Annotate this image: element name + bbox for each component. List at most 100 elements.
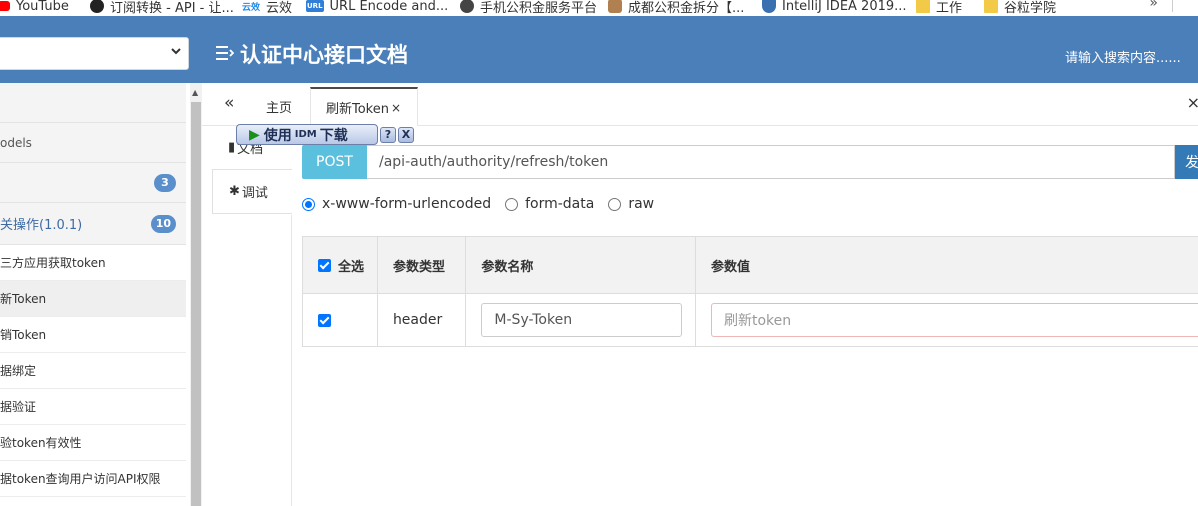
column-header: 全选 (338, 259, 365, 275)
content-type-radios: x-www-form-urlencoded form-data raw (302, 196, 668, 212)
idm-download-bar: ▶ 使用 IDM 下载 ? X (236, 124, 414, 145)
sidebar-item[interactable]: 据token查询用户访问API权限 (0, 461, 186, 497)
sidebar-group[interactable]: 关操作(1.0.1) 10 (0, 203, 186, 245)
table-row: header M-Sy-Token 刷新token (302, 293, 1198, 347)
sidebar-item[interactable]: 据绑定 (0, 353, 186, 389)
row-checkbox[interactable] (318, 313, 331, 327)
bookmark-label: 工作 (936, 0, 963, 16)
menu-toggle-icon[interactable] (216, 42, 235, 66)
radio-raw[interactable]: raw (608, 196, 654, 212)
bug-icon: ✱ (229, 184, 240, 199)
bookmark-label: 云效 (266, 0, 293, 16)
radio-label: raw (628, 196, 655, 212)
folder-icon (984, 0, 998, 13)
bookmark-label: IntelliJ IDEA 2019... (782, 0, 907, 14)
sidebar-item-refresh-token[interactable]: 新Token (0, 281, 186, 317)
tab-label: 主页 (266, 101, 293, 116)
column-header: 参数类型 (376, 236, 467, 294)
header-select-all[interactable]: 全选 (302, 236, 378, 294)
close-icon[interactable]: × (391, 101, 401, 115)
document-icon: ▮ (228, 140, 236, 155)
radio-selected-icon (302, 197, 315, 211)
param-value-input[interactable]: 刷新token (711, 303, 1198, 337)
close-all-tabs-icon[interactable]: × (1187, 93, 1198, 112)
tab-refresh-token[interactable]: 刷新Token × (310, 87, 418, 126)
sidebar-group-label: 关操作(1.0.1) (0, 218, 83, 233)
avatar-icon (608, 0, 622, 13)
bookmarks-more-icon[interactable]: » (1149, 0, 1158, 11)
http-method-badge: POST (302, 145, 367, 179)
sidebar-item-label: 验token有效性 (0, 436, 82, 450)
app-title: 认证中心接口文档 (216, 39, 408, 69)
bookmark-label: 谷粒学院 (1004, 0, 1057, 16)
sidebar-item-label: 销Token (0, 328, 47, 342)
sidebar-item[interactable]: 3 (0, 163, 186, 203)
sidebar-item-label: 据token查询用户访问API权限 (0, 472, 161, 486)
sidebar-item-label: 三方应用获取token (0, 256, 106, 270)
subtab-label: 调试 (241, 186, 268, 201)
bookmark-chengdu[interactable]: 成都公积金拆分【... (608, 0, 744, 16)
sidebar-scrollbar[interactable]: ▲ (190, 83, 202, 506)
scroll-up-icon[interactable]: ▲ (192, 88, 198, 97)
bookmark-yunxiao[interactable]: 云效 云效 (242, 0, 292, 16)
divider (291, 215, 292, 506)
idm-download-button[interactable]: ▶ 使用 IDM 下载 (236, 124, 378, 145)
select-all-checkbox[interactable] (318, 258, 331, 272)
column-header: 参数值 (695, 236, 1198, 294)
sidebar-item[interactable]: 销Token (0, 317, 186, 353)
bookmarks-bar: YouTube 订阅转换 - API - 让... 云效 云效 URL URL … (0, 0, 1198, 16)
bookmark-intellij[interactable]: IntelliJ IDEA 2019... (762, 0, 907, 16)
sidebar-item[interactable] (0, 83, 186, 123)
table-header-row: 全选 参数类型 参数名称 参数值 (302, 236, 1198, 294)
github-icon (90, 0, 104, 13)
youtube-icon (0, 1, 10, 11)
yunxiao-logo: 云效 (242, 2, 261, 13)
radio-label: x-www-form-urlencoded (322, 196, 492, 212)
search-input[interactable]: 请输入搜索内容...... (1065, 47, 1181, 66)
tab-label: 刷新Token (326, 102, 389, 117)
bookmark-label: 成都公积金拆分【... (628, 0, 745, 16)
page-title: 认证中心接口文档 (240, 43, 408, 67)
param-value-cell: 刷新token (695, 293, 1198, 347)
radio-urlencoded[interactable]: x-www-form-urlencoded (302, 196, 491, 212)
row-select-cell (302, 293, 378, 347)
bookmark-folder-work[interactable]: 工作 (916, 0, 962, 16)
param-name-cell: M-Sy-Token (465, 293, 696, 347)
globe-icon (460, 0, 474, 13)
bookmark-url-encode[interactable]: URL URL Encode and... (306, 0, 448, 16)
folder-icon (916, 0, 930, 13)
radio-form-data[interactable]: form-data (505, 196, 594, 212)
idm-label: 下载 (319, 127, 348, 144)
bookmark-folder-guli[interactable]: 谷粒学院 (984, 0, 1056, 16)
bookmark-youtube[interactable]: YouTube (0, 0, 69, 16)
api-group-select[interactable] (0, 37, 189, 70)
sidebar-item[interactable]: 验token有效性 (0, 425, 186, 461)
sidebar-item-label: 据验证 (0, 400, 37, 414)
sidebar-item-label: 据绑定 (0, 364, 37, 378)
sidebar-item-models[interactable]: odels (0, 123, 186, 163)
bookmark-label: URL Encode and... (329, 0, 449, 14)
close-icon[interactable]: X (398, 126, 414, 143)
tab-home[interactable]: 主页 (266, 87, 292, 126)
count-badge: 10 (150, 214, 176, 233)
tab-scroll-left-icon[interactable]: « (224, 93, 234, 113)
idm-label: 使用 (263, 127, 292, 144)
param-name-input[interactable]: M-Sy-Token (481, 303, 683, 337)
subtab-debug[interactable]: ✱ 调试 (212, 169, 292, 214)
bookmark-label: 手机公积金服务平台 (480, 0, 598, 16)
sidebar-item[interactable]: 据验证 (0, 389, 186, 425)
help-icon[interactable]: ? (380, 126, 396, 143)
shield-icon (762, 0, 776, 13)
bookmark-subscribe[interactable]: 订阅转换 - API - 让... (90, 0, 234, 16)
bookmark-label: 订阅转换 - API - 让... (110, 0, 234, 16)
bookmark-fund[interactable]: 手机公积金服务平台 (460, 0, 597, 16)
request-url-input[interactable]: /api-auth/authority/refresh/token (367, 145, 1175, 179)
sidebar-item[interactable]: 三方应用获取token (0, 245, 186, 281)
chevron-down-icon (170, 45, 182, 61)
scrollbar-thumb[interactable] (191, 102, 201, 506)
param-type-cell: header (376, 293, 467, 347)
send-button[interactable]: 发 (1175, 145, 1198, 179)
bookmarks-divider (1172, 0, 1173, 12)
radio-unselected-icon (608, 197, 622, 211)
column-header: 参数名称 (465, 236, 696, 294)
